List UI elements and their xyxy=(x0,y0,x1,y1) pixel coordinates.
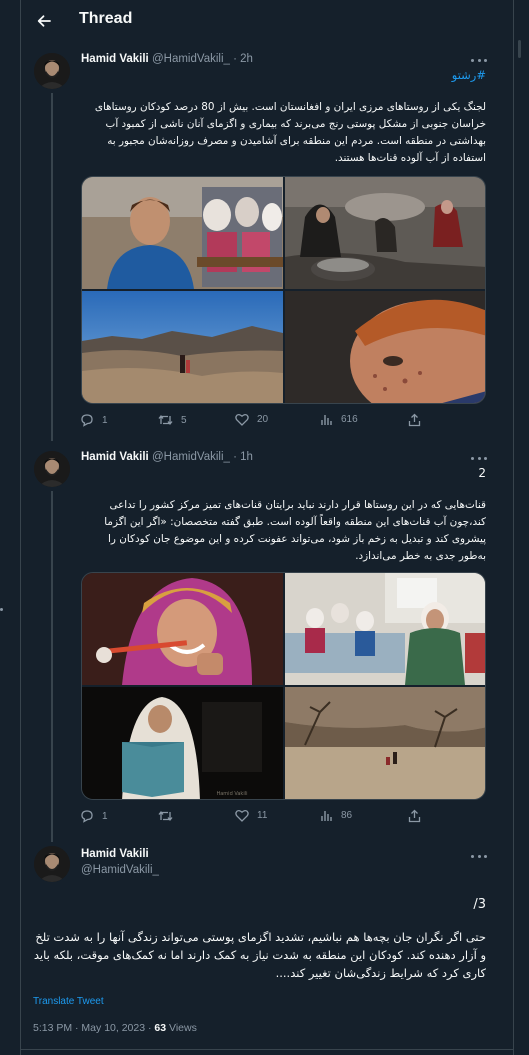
retweet-button[interactable]: 5 xyxy=(158,413,187,427)
views-button[interactable]: 86 xyxy=(320,809,352,822)
photo-school-children[interactable] xyxy=(285,573,485,685)
like-icon xyxy=(235,809,249,822)
tweet-actions: 1 11 86 xyxy=(80,809,460,827)
tweet-text: لجنگ یکی از روستاهای مرزی ایران و افغانس… xyxy=(94,101,486,164)
media-grid: Hamid Vakili xyxy=(81,572,486,800)
like-count: 20 xyxy=(257,414,269,425)
photo-desert-landscape[interactable] xyxy=(82,291,283,403)
retweet-icon xyxy=(158,810,173,822)
author-handle[interactable]: @HamidVakili_ xyxy=(152,451,230,463)
reply-button[interactable]: 1 xyxy=(80,809,108,823)
tweet-author-line: Hamid Vakili @HamidVakili_ · 1h xyxy=(81,451,253,463)
media-grid xyxy=(81,176,486,404)
views-button[interactable]: 616 xyxy=(320,413,358,426)
tweet-author-handle-line: @HamidVakili_ xyxy=(81,864,159,876)
column-border-left xyxy=(20,0,21,1055)
scrollbar-thumb[interactable] xyxy=(518,40,521,58)
share-icon xyxy=(408,809,421,823)
tweet-meta: 5:13 PM · May 10, 2023 · 63 Views xyxy=(33,1022,197,1034)
share-button[interactable] xyxy=(408,413,421,427)
author-name[interactable]: Hamid Vakili xyxy=(81,53,149,65)
avatar[interactable] xyxy=(34,451,70,487)
tweet-author-name-line: Hamid Vakili xyxy=(81,848,149,860)
views-count[interactable]: 63 xyxy=(154,1022,166,1034)
reply-button[interactable]: 1 xyxy=(80,413,108,427)
photo-girl-reading[interactable]: Hamid Vakili xyxy=(82,687,283,799)
thread-connector xyxy=(51,93,53,441)
share-icon xyxy=(408,413,421,427)
like-icon xyxy=(235,413,249,426)
thread-number: 2 xyxy=(478,466,486,480)
photo-watermark: Hamid Vakili xyxy=(216,791,247,797)
like-count: 11 xyxy=(257,810,268,821)
back-button[interactable] xyxy=(31,8,57,34)
reply-icon xyxy=(81,414,93,427)
edge-marker xyxy=(0,608,3,611)
author-handle[interactable]: @HamidVakili_ xyxy=(81,864,159,876)
reply-count: 1 xyxy=(102,810,108,822)
views-label: Views xyxy=(166,1022,197,1034)
retweet-icon xyxy=(158,414,173,426)
thread-connector xyxy=(51,491,53,842)
translate-tweet-link[interactable]: Translate Tweet xyxy=(33,996,104,1007)
views-icon xyxy=(321,811,332,821)
more-icon xyxy=(471,854,474,858)
hashtag-link[interactable]: #رشتو xyxy=(81,68,486,82)
photo-girl-toothbrush[interactable] xyxy=(82,573,283,685)
column-border-right xyxy=(513,0,514,1055)
tweet-actions: 1 5 20 616 xyxy=(80,413,460,431)
avatar[interactable] xyxy=(34,53,70,89)
thread-header: Thread xyxy=(21,0,513,44)
tweet-timestamp[interactable]: 5:13 PM · May 10, 2023 · xyxy=(33,1022,154,1034)
tweet-text: قنات‌هایی که در این روستاها قرار دارند ن… xyxy=(104,499,486,562)
tweet-time[interactable]: · 2h xyxy=(233,53,253,65)
thread-number: 3/ xyxy=(473,897,486,912)
tweet-text: حتی اگر نگران جان بچه‌ها هم نباشیم، تشدی… xyxy=(33,930,486,980)
photo-classroom[interactable] xyxy=(82,177,283,289)
like-button[interactable]: 11 xyxy=(235,809,267,822)
more-button[interactable] xyxy=(471,851,487,861)
avatar-photo xyxy=(34,846,70,882)
reply-count: 1 xyxy=(102,414,108,426)
divider xyxy=(21,1049,513,1050)
views-icon xyxy=(321,415,332,425)
retweet-button[interactable] xyxy=(158,809,181,823)
author-name[interactable]: Hamid Vakili xyxy=(81,848,149,860)
back-arrow-icon xyxy=(37,15,51,27)
photo-boy-face[interactable] xyxy=(285,291,485,403)
tweet-author-line: Hamid Vakili @HamidVakili_ · 2h xyxy=(81,53,253,65)
author-handle[interactable]: @HamidVakili_ xyxy=(152,53,230,65)
more-button[interactable] xyxy=(471,453,487,463)
photo-village-landscape[interactable] xyxy=(285,687,485,799)
reply-icon xyxy=(81,810,93,823)
photo-women-water[interactable] xyxy=(285,177,485,289)
like-button[interactable]: 20 xyxy=(235,413,268,426)
page-title: Thread xyxy=(79,10,133,27)
tweet-time[interactable]: · 1h xyxy=(233,451,253,463)
views-count: 86 xyxy=(341,810,353,821)
views-count: 616 xyxy=(341,414,358,425)
avatar-photo xyxy=(34,451,70,487)
avatar-photo xyxy=(34,53,70,89)
more-button[interactable] xyxy=(471,55,487,65)
retweet-count: 5 xyxy=(181,414,187,426)
more-icon xyxy=(471,456,474,460)
author-name[interactable]: Hamid Vakili xyxy=(81,451,149,463)
avatar[interactable] xyxy=(34,846,70,882)
share-button[interactable] xyxy=(408,809,421,823)
more-icon xyxy=(471,58,474,62)
